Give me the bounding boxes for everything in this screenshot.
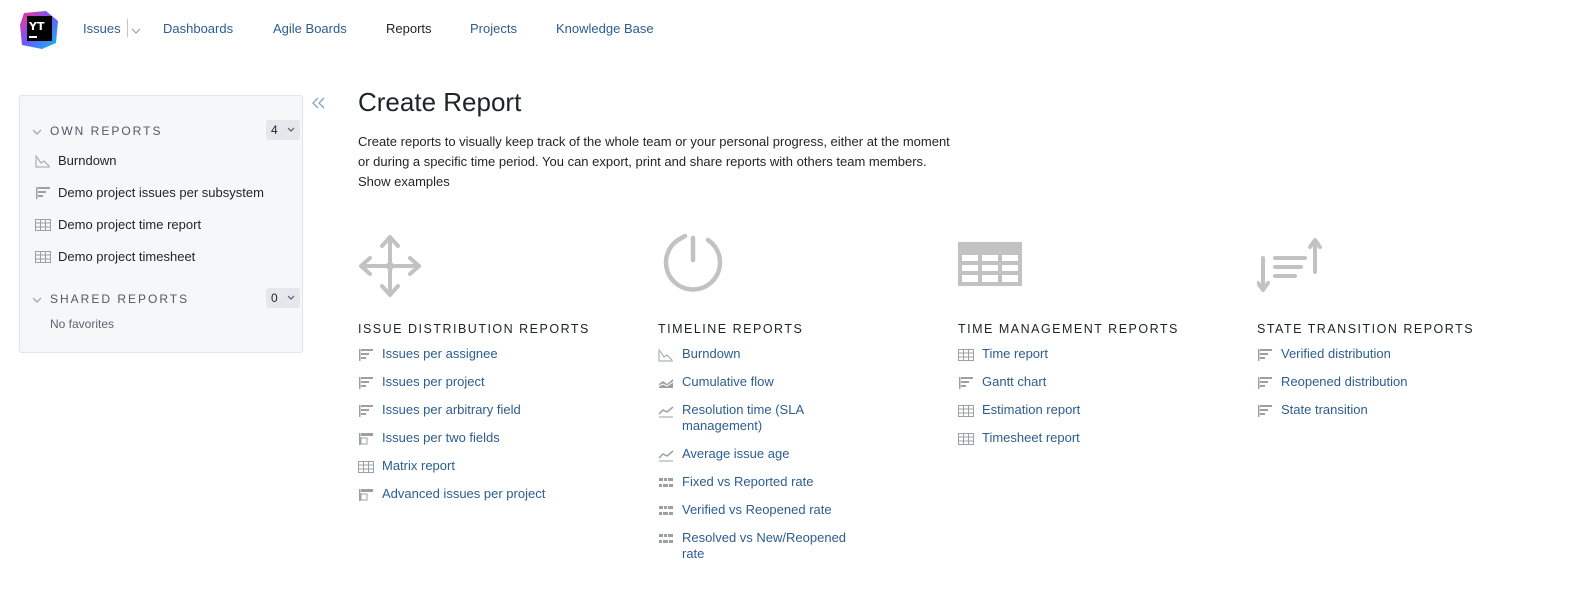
column-title: TIME MANAGEMENT REPORTS: [958, 322, 1179, 336]
shared-reports-count[interactable]: 0: [266, 288, 300, 308]
report-label: Resolution time (SLA management): [682, 402, 804, 433]
report-label: Issues per project: [382, 374, 485, 389]
report-label: Burndown: [682, 346, 741, 361]
show-examples-link[interactable]: Show examples: [358, 174, 450, 189]
logo-text: YT: [28, 20, 45, 33]
own-report-item[interactable]: Demo project time report: [35, 216, 297, 236]
report-label: Fixed vs Reported rate: [682, 474, 814, 489]
report-label: Issues per arbitrary field: [382, 402, 521, 417]
own-reports-header[interactable]: OWN REPORTS 4: [32, 120, 300, 140]
cumulative-flow-icon: [658, 376, 674, 390]
own-report-item[interactable]: Demo project timesheet: [35, 248, 297, 268]
nav-dashboards[interactable]: Dashboards: [163, 21, 233, 36]
report-label: Reopened distribution: [1281, 374, 1408, 389]
move-arrows-icon: [358, 230, 428, 300]
own-reports-title: OWN REPORTS: [50, 124, 163, 138]
distribution-icon: [1257, 404, 1273, 418]
report-label: Time report: [982, 346, 1048, 361]
shared-reports-title: SHARED REPORTS: [50, 292, 190, 306]
burndown-icon: [658, 348, 674, 362]
report-label: Cumulative flow: [682, 374, 774, 389]
shared-reports-header[interactable]: SHARED REPORTS 0: [32, 288, 300, 308]
chevron-down-icon: [287, 127, 295, 132]
two-fields-icon: [358, 432, 374, 446]
report-label: Advanced issues per project: [382, 486, 546, 501]
table-icon: [35, 218, 51, 232]
intro-description: Create reports to visually keep track of…: [358, 134, 950, 169]
timer-icon: [658, 230, 728, 300]
report-label: Estimation report: [982, 402, 1081, 417]
no-favorites-text: No favorites: [50, 317, 115, 331]
report-label: Gantt chart: [982, 374, 1047, 389]
own-reports-count[interactable]: 4: [266, 120, 300, 140]
table-icon: [958, 348, 974, 362]
sort-transition-icon: [1256, 230, 1327, 300]
burndown-icon: [35, 154, 51, 168]
chevron-down-icon: [287, 295, 295, 300]
line-chart-icon: [658, 448, 674, 462]
chevron-down-icon[interactable]: [32, 293, 42, 303]
own-reports-count-value: 4: [271, 123, 278, 137]
own-report-label: Demo project issues per subsystem: [58, 185, 264, 200]
chevron-down-icon[interactable]: [131, 24, 141, 34]
nav-agile-boards[interactable]: Agile Boards: [273, 21, 347, 36]
intro-text: Create reports to visually keep track of…: [358, 132, 958, 192]
report-label: Verified distribution: [1281, 346, 1391, 361]
nav-issues[interactable]: Issues: [83, 21, 121, 36]
nav-reports[interactable]: Reports: [386, 21, 432, 36]
nav-knowledge-base[interactable]: Knowledge Base: [556, 21, 654, 36]
table-icon: [358, 460, 374, 474]
collapse-sidebar-icon[interactable]: [311, 96, 327, 110]
distribution-icon: [1257, 376, 1273, 390]
own-report-item[interactable]: Burndown: [35, 152, 297, 172]
own-report-item[interactable]: Demo project issues per subsystem: [35, 184, 297, 204]
report-label: Matrix report: [382, 458, 455, 473]
distribution-icon: [358, 348, 374, 362]
column-title: TIMELINE REPORTS: [658, 322, 804, 336]
own-report-label: Demo project time report: [58, 217, 202, 232]
report-label: Resolved vs New/Reopened rate: [682, 530, 847, 561]
two-fields-icon: [358, 488, 374, 502]
own-report-label: Demo project timesheet: [58, 249, 196, 264]
rate-chart-icon: [658, 532, 674, 546]
top-navigation: YT Issues Dashboards Agile Boards Report…: [0, 0, 1570, 60]
line-chart-icon: [658, 404, 674, 418]
report-label: Average issue age: [682, 446, 790, 461]
shared-reports-count-value: 0: [271, 291, 278, 305]
page-title: Create Report: [358, 87, 522, 117]
reports-sidebar: OWN REPORTS 4 Burndown Demo project issu…: [19, 95, 303, 353]
youtrack-logo[interactable]: YT: [18, 9, 60, 51]
report-label: Verified vs Reopened rate: [682, 502, 832, 517]
rate-chart-icon: [658, 504, 674, 518]
table-grid-icon: [958, 230, 1028, 300]
report-label: Issues per two fields: [382, 430, 500, 445]
nav-separator: [127, 19, 128, 37]
table-icon: [35, 250, 51, 264]
report-label: State transition: [1281, 402, 1368, 417]
column-title: STATE TRANSITION REPORTS: [1257, 322, 1475, 336]
distribution-icon: [358, 404, 374, 418]
chevron-down-icon[interactable]: [32, 125, 42, 135]
nav-projects[interactable]: Projects: [470, 21, 517, 36]
own-report-label: Burndown: [58, 153, 117, 168]
table-icon: [958, 404, 974, 418]
table-icon: [958, 432, 974, 446]
report-label: Issues per assignee: [382, 346, 498, 361]
distribution-icon: [1257, 348, 1273, 362]
report-label: Timesheet report: [982, 430, 1080, 445]
distribution-icon: [958, 376, 974, 390]
distribution-icon: [35, 186, 51, 200]
distribution-icon: [358, 376, 374, 390]
rate-chart-icon: [658, 476, 674, 490]
column-title: ISSUE DISTRIBUTION REPORTS: [358, 322, 590, 336]
